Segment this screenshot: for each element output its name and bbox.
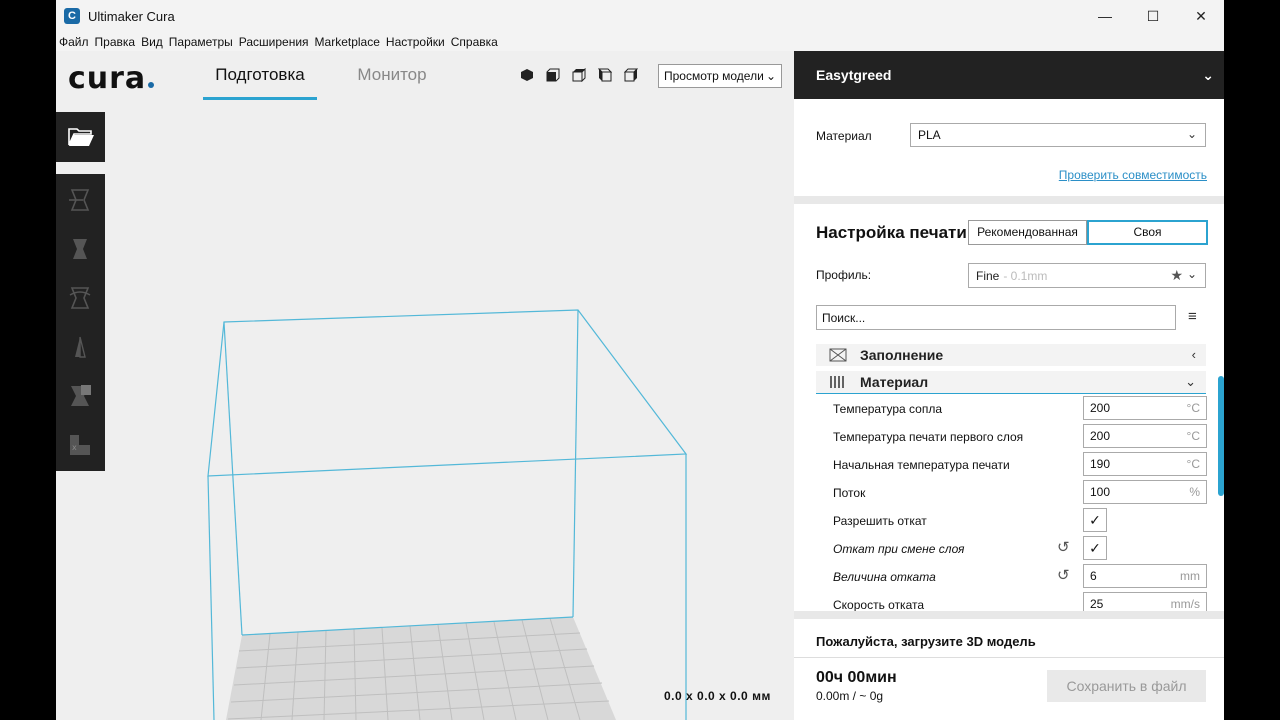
tool-panel: x bbox=[56, 174, 105, 471]
close-button[interactable]: ✕ bbox=[1178, 0, 1224, 32]
maximize-button[interactable]: ☐ bbox=[1130, 0, 1176, 32]
settings-search-input[interactable]: Поиск... bbox=[816, 305, 1176, 330]
setting-flow-input[interactable]: 100% bbox=[1083, 480, 1207, 504]
setting-nozzle-temp-input[interactable]: 200 °C bbox=[1083, 396, 1207, 420]
menu-bar: Файл Правка Вид Параметры Расширения Mar… bbox=[56, 32, 1224, 51]
chevron-down-icon: ⌄ bbox=[765, 69, 776, 83]
material-label: Материал bbox=[816, 129, 872, 143]
settings-scrollbar[interactable] bbox=[1218, 376, 1224, 496]
setting-retract-layer-change-label: Откат при смене слоя bbox=[833, 542, 965, 556]
category-infill[interactable]: Заполнение ‹ bbox=[816, 344, 1206, 366]
view-right-icon[interactable] bbox=[624, 68, 638, 82]
setting-retract-layer-change-checkbox[interactable]: ✓ bbox=[1083, 536, 1107, 560]
menu-view[interactable]: Вид bbox=[141, 35, 163, 49]
recommended-mode-button[interactable]: Рекомендованная bbox=[968, 220, 1087, 245]
setting-first-layer-temp-label: Температура печати первого слоя bbox=[833, 430, 1024, 444]
chevron-left-icon: ‹ bbox=[1191, 347, 1196, 362]
custom-mode-button[interactable]: Своя bbox=[1087, 220, 1208, 245]
svg-text:x: x bbox=[72, 443, 77, 452]
title-bar: C Ultimaker Cura — ☐ ✕ bbox=[56, 0, 1224, 32]
tab-prepare[interactable]: Подготовка bbox=[203, 65, 317, 101]
cura-logo: cura bbox=[68, 61, 155, 96]
setting-retraction-distance-label: Величина отката bbox=[833, 570, 936, 584]
reset-icon[interactable]: ↺ bbox=[1057, 538, 1070, 556]
print-summary: Пожалуйста, загрузите 3D модель 00ч 00ми… bbox=[794, 619, 1224, 720]
print-settings-title: Настройка печати bbox=[816, 223, 967, 242]
setting-retraction-speed-label: Скорость отката bbox=[833, 598, 925, 611]
print-time: 00ч 00мин bbox=[816, 669, 897, 686]
setting-flow-label: Поток bbox=[833, 486, 866, 500]
move-tool-icon[interactable] bbox=[67, 187, 93, 213]
setting-nozzle-temp-label: Температура сопла bbox=[833, 402, 942, 416]
build-volume bbox=[207, 309, 688, 720]
chevron-down-icon: ⌄ bbox=[1202, 67, 1214, 83]
profile-layer-height: - 0.1mm bbox=[1003, 269, 1048, 283]
support-blocker-icon[interactable]: x bbox=[67, 432, 93, 458]
menu-help[interactable]: Справка bbox=[451, 35, 498, 49]
view-type-value: Просмотр модели bbox=[664, 69, 764, 83]
folder-open-icon bbox=[67, 128, 94, 146]
category-infill-label: Заполнение bbox=[860, 347, 944, 363]
category-material-label: Материал bbox=[860, 374, 929, 390]
scale-tool-icon[interactable] bbox=[67, 236, 93, 262]
profile-select[interactable]: Fine - 0.1mm ★ ⌄ bbox=[968, 263, 1206, 288]
menu-file[interactable]: Файл bbox=[59, 35, 89, 49]
model-dimensions: 0.0 x 0.0 x 0.0 мм bbox=[664, 689, 771, 703]
view-top-icon[interactable] bbox=[572, 68, 586, 82]
star-icon[interactable]: ★ bbox=[1170, 267, 1183, 284]
rotate-tool-icon[interactable] bbox=[67, 285, 93, 311]
chevron-down-icon: ⌄ bbox=[1186, 127, 1197, 141]
view-3d-icon[interactable] bbox=[520, 68, 534, 82]
right-panel: Easytgreed ⌄ Материал PLA ⌄ Проверить со… bbox=[794, 51, 1224, 720]
3d-viewport[interactable]: cura Подготовка Монитор Просмотр модели … bbox=[56, 51, 794, 720]
save-to-file-button[interactable]: Сохранить в файл bbox=[1047, 670, 1206, 702]
check-compatibility-link[interactable]: Проверить совместимость bbox=[1059, 168, 1207, 182]
category-divider bbox=[816, 393, 1206, 394]
setting-retraction-speed-input[interactable]: 25 mm/s bbox=[1083, 592, 1207, 611]
cura-window: C Ultimaker Cura — ☐ ✕ Файл Правка Вид П… bbox=[56, 0, 1224, 720]
menu-settings[interactable]: Настройки bbox=[386, 35, 445, 49]
menu-marketplace[interactable]: Marketplace bbox=[315, 35, 380, 49]
settings-visibility-menu-icon[interactable]: ≡ bbox=[1188, 308, 1197, 325]
material-select[interactable]: PLA ⌄ bbox=[910, 123, 1206, 147]
setting-initial-temp-input[interactable]: 190 °C bbox=[1083, 452, 1207, 476]
open-file-button[interactable] bbox=[56, 112, 105, 162]
setting-enable-retraction-label: Разрешить откат bbox=[833, 514, 927, 528]
chevron-down-icon: ⌄ bbox=[1185, 374, 1196, 389]
reset-icon[interactable]: ↺ bbox=[1057, 566, 1070, 584]
summary-divider bbox=[794, 657, 1224, 658]
chevron-down-icon: ⌄ bbox=[1186, 267, 1197, 281]
minimize-button[interactable]: — bbox=[1082, 0, 1128, 32]
per-model-settings-icon[interactable] bbox=[67, 383, 93, 409]
printer-selector[interactable]: Easytgreed ⌄ bbox=[794, 51, 1224, 99]
tab-monitor[interactable]: Монитор bbox=[346, 65, 438, 101]
tab-prepare-underline bbox=[203, 97, 317, 100]
profile-value: Fine bbox=[976, 269, 1000, 283]
menu-edit[interactable]: Правка bbox=[95, 35, 136, 49]
view-front-icon[interactable] bbox=[546, 68, 560, 82]
view-left-icon[interactable] bbox=[598, 68, 612, 82]
setting-initial-temp-label: Начальная температура печати bbox=[833, 458, 1010, 472]
view-type-select[interactable]: Просмотр модели ⌄ bbox=[658, 64, 782, 88]
menu-parameters[interactable]: Параметры bbox=[169, 35, 233, 49]
material-spool-icon bbox=[830, 376, 844, 388]
infill-icon bbox=[829, 348, 847, 362]
material-usage: 0.00m / ~ 0g bbox=[816, 689, 884, 703]
cura-app-icon: C bbox=[64, 8, 80, 24]
menu-extensions[interactable]: Расширения bbox=[239, 35, 309, 49]
setting-retraction-distance-input[interactable]: 6 mm bbox=[1083, 564, 1207, 588]
category-material[interactable]: Материал ⌄ bbox=[816, 371, 1206, 393]
load-model-message: Пожалуйста, загрузите 3D модель bbox=[816, 634, 1036, 649]
printer-name: Easytgreed bbox=[816, 67, 892, 83]
setting-enable-retraction-checkbox[interactable]: ✓ bbox=[1083, 508, 1107, 532]
material-value: PLA bbox=[918, 128, 941, 142]
window-title: Ultimaker Cura bbox=[88, 8, 175, 24]
mirror-tool-icon[interactable] bbox=[67, 334, 93, 360]
print-settings-panel: Настройка печати Рекомендованная Своя Пр… bbox=[794, 204, 1224, 611]
profile-label: Профиль: bbox=[816, 268, 872, 282]
setting-first-layer-temp-input[interactable]: 200 °C bbox=[1083, 424, 1207, 448]
stage-toolbar: cura Подготовка Монитор Просмотр модели … bbox=[56, 51, 794, 101]
